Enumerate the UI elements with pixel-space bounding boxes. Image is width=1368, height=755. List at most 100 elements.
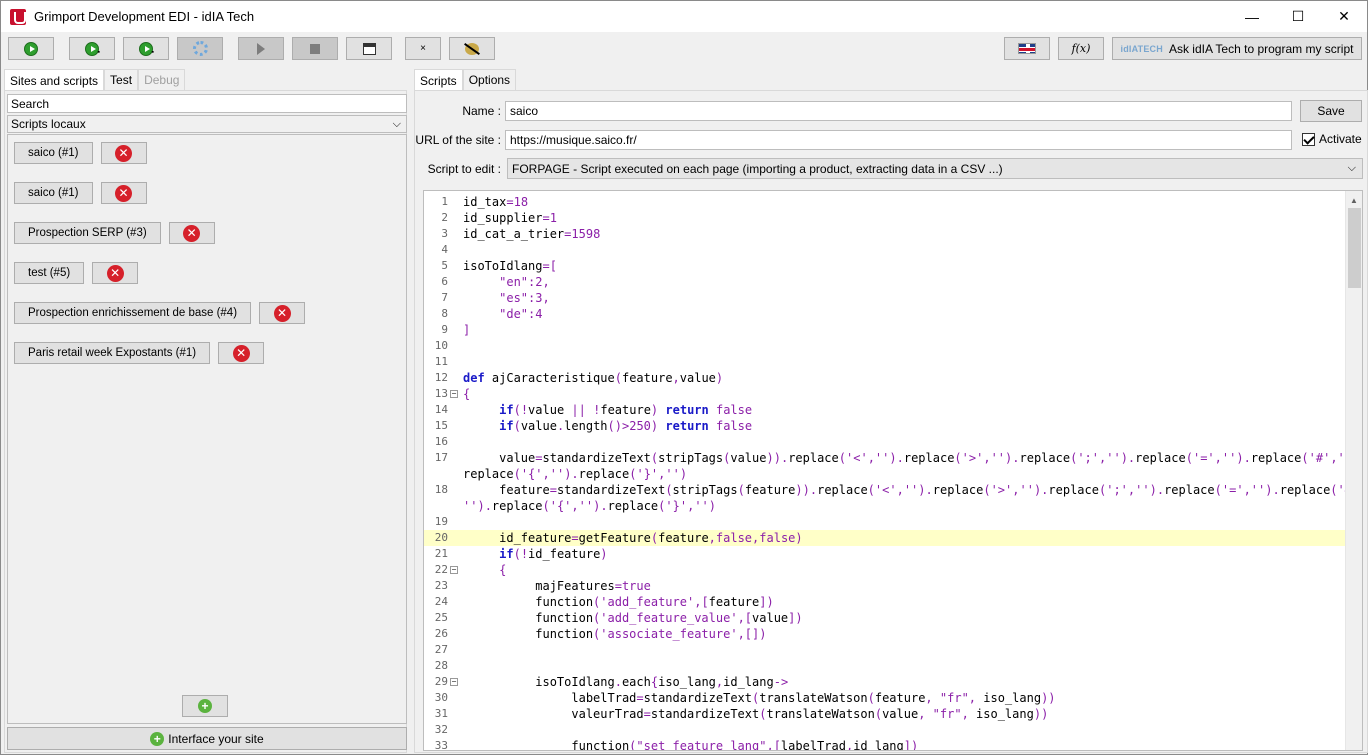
run-once-button[interactable]: ▪ [123, 37, 169, 60]
line-number: 22 [434, 563, 448, 576]
code-line[interactable]: 4 [424, 242, 1346, 258]
delete-script-button[interactable]: ✕ [100, 182, 147, 204]
code-text: id_cat_a_trier=1598 [463, 227, 601, 241]
delete-script-button[interactable]: ✕ [100, 142, 147, 164]
code-line[interactable]: 11 [424, 354, 1346, 370]
code-line[interactable]: 22− { [424, 562, 1346, 578]
delete-script-button[interactable]: ✕ [92, 262, 139, 284]
code-line[interactable]: 29− isoToIdlang.each{iso_lang,id_lang-> [424, 674, 1346, 690]
add-script-button[interactable]: + [182, 695, 228, 717]
code-line[interactable]: 25 function('add_feature_value',[value]) [424, 610, 1346, 626]
activate-checkbox[interactable] [1302, 132, 1315, 146]
code-line[interactable]: 12 def ajCaracteristique(feature,value) [424, 370, 1346, 386]
code-line[interactable]: '').replace('{','').replace('}','') [424, 498, 1346, 514]
code-line[interactable]: 27 [424, 642, 1346, 658]
run-debug-button[interactable]: ▪ [69, 37, 115, 60]
fold-toggle-icon[interactable]: − [450, 678, 458, 686]
line-number: 20 [434, 531, 448, 544]
save-button[interactable]: Save [1300, 100, 1362, 122]
script-button[interactable]: Prospection enrichissement de base (#4) [14, 302, 252, 324]
stop-icon [310, 43, 320, 54]
delete-script-button[interactable]: ✕ [259, 302, 306, 324]
run-button[interactable] [8, 37, 54, 60]
code-line[interactable]: replace('{','').replace('}','') [424, 466, 1346, 482]
code-line[interactable]: 23 majFeatures=true [424, 578, 1346, 594]
script-button[interactable]: Paris retail week Expostants (#1) [14, 342, 211, 364]
delete-script-button[interactable]: ✕ [168, 222, 215, 244]
settings-button[interactable] [177, 37, 223, 60]
window-title: Grimport Development EDI - idIA Tech [34, 9, 255, 24]
code-line[interactable]: 13−{ [424, 386, 1346, 402]
script-button[interactable]: test (#5) [14, 262, 85, 284]
line-number: 14 [434, 403, 448, 416]
line-number: 15 [434, 419, 448, 432]
script-button[interactable]: saico (#1) [14, 142, 93, 164]
code-line[interactable]: 8 "de":4 [424, 306, 1346, 322]
tab-debug[interactable]: Debug [138, 69, 186, 90]
tab-options[interactable]: Options [462, 69, 517, 90]
code-line[interactable]: 30 labelTrad=standardizeText(translateWa… [424, 690, 1346, 706]
code-text: def ajCaracteristique(feature,value) [463, 371, 724, 385]
code-text: { [463, 387, 471, 401]
step-button[interactable] [238, 37, 284, 60]
stop-button[interactable] [292, 37, 338, 60]
code-editor[interactable]: 1 id_tax=18 2 id_supplier=1 3 id_cat_a_trier=… [423, 190, 1363, 751]
code-line[interactable]: 9] [424, 322, 1346, 338]
code-line[interactable]: 31 valeurTrad=standardizeText(translateW… [424, 706, 1346, 722]
console-button[interactable] [346, 37, 392, 60]
editor-scrollbar[interactable]: ▲ [1345, 191, 1362, 750]
scripts-source-select[interactable]: Scripts locaux ⌵ [7, 115, 407, 133]
code-line[interactable]: 14 if(!value || !feature) return false [424, 402, 1346, 418]
activate-toggle[interactable]: Activate [1302, 132, 1362, 146]
delete-icon: ✕ [232, 344, 250, 362]
line-number: 33 [434, 739, 448, 751]
code-line[interactable]: 32 [424, 722, 1346, 738]
code-line[interactable]: 33 function("set_feature_lang",[labelTra… [424, 738, 1346, 751]
tab-sites-and-scripts[interactable]: Sites and scripts [4, 69, 105, 91]
code-line[interactable]: 10 [424, 338, 1346, 354]
code-line[interactable]: 16 [424, 434, 1346, 450]
code-line[interactable]: 26 function('associate_feature',[]) [424, 626, 1346, 642]
close-window-button[interactable]: ✕ [1321, 1, 1367, 32]
fold-toggle-icon[interactable]: − [450, 390, 458, 398]
fold-toggle-icon[interactable]: − [450, 566, 458, 574]
code-line[interactable]: 3 id_cat_a_trier=1598 [424, 226, 1346, 242]
minimize-button[interactable]: — [1229, 1, 1275, 32]
code-line[interactable]: 17 value=standardizeText(stripTags(value… [424, 450, 1362, 466]
code-line[interactable]: 21 if(!id_feature) [424, 546, 1346, 562]
tab-test[interactable]: Test [104, 69, 139, 90]
url-field[interactable] [505, 130, 1292, 150]
code-text: id_tax=18 [463, 195, 529, 209]
functions-button[interactable]: f(x) [1058, 37, 1104, 60]
tab-scripts[interactable]: Scripts [414, 69, 463, 91]
script-row: Paris retail week Expostants (#1) ✕ [14, 342, 265, 366]
search-input[interactable] [7, 94, 407, 113]
code-line[interactable]: 19 [424, 514, 1346, 530]
line-number: 25 [434, 611, 448, 624]
maximize-button[interactable]: ☐ [1275, 1, 1321, 32]
script-to-edit-select[interactable]: FORPAGE - Script executed on each page (… [507, 158, 1363, 179]
script-button[interactable]: saico (#1) [14, 182, 93, 204]
code-line[interactable]: 18 feature=standardizeText(stripTags(fea… [424, 482, 1362, 498]
script-button[interactable]: Prospection SERP (#3) [14, 222, 161, 244]
delete-script-button[interactable]: ✕ [218, 342, 265, 364]
delete-icon: ✕ [115, 184, 132, 202]
code-line[interactable]: 2 id_supplier=1 [424, 210, 1346, 226]
interface-your-site-button[interactable]: + Interface your site [7, 727, 407, 750]
code-line[interactable]: 1 id_tax=18 [424, 194, 1346, 210]
debug-off-button[interactable] [449, 37, 495, 60]
code-line[interactable]: 5 isoToIdlang=[ [424, 258, 1346, 274]
code-line[interactable]: 15 if(value.length()>250) return false [424, 418, 1346, 434]
scrollbar-thumb[interactable] [1348, 208, 1361, 288]
code-text: ] [463, 323, 471, 337]
code-line[interactable]: 28 [424, 658, 1346, 674]
code-line[interactable]: 20 id_feature=getFeature(feature,false,f… [424, 530, 1346, 546]
code-text: feature=standardizeText(stripTags(featur… [463, 483, 1362, 497]
name-field[interactable] [505, 101, 1292, 121]
language-button[interactable] [1004, 37, 1050, 60]
code-line[interactable]: 7 "es":3, [424, 290, 1346, 306]
code-line[interactable]: 24 function('add_feature',[feature]) [424, 594, 1346, 610]
close-tab-button[interactable]: × [405, 37, 441, 60]
ask-idia-button[interactable]: idIATECH Ask idIA Tech to program my scr… [1112, 37, 1362, 60]
code-line[interactable]: 6 "en":2, [424, 274, 1346, 290]
